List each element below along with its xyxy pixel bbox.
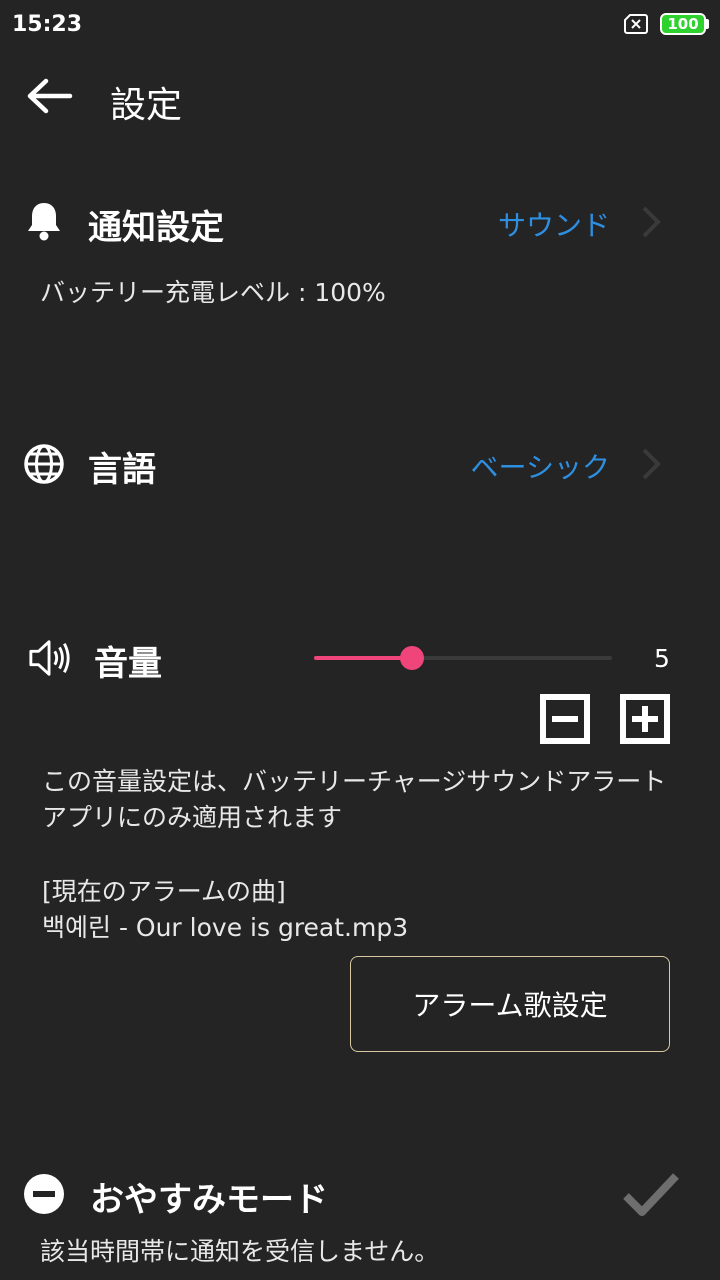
sleep-mode-title: おやすみモード xyxy=(90,1180,328,1220)
back-button[interactable] xyxy=(22,72,78,124)
battery-level: 100 xyxy=(667,15,699,33)
sleep-mode-description: 該当時間帯に通知を受信しません。 xyxy=(40,1237,440,1266)
language-title: 言語 xyxy=(88,450,156,490)
volume-title: 音量 xyxy=(94,644,162,684)
current-song-label: [現在のアラームの曲] xyxy=(42,877,286,906)
current-song-name: 백예린 - Our love is great.mp3 xyxy=(42,913,409,942)
chevron-right-icon xyxy=(636,202,666,242)
arrow-left-icon xyxy=(26,78,74,118)
language-value[interactable]: ベーシック xyxy=(420,446,610,486)
minus-icon xyxy=(546,700,584,738)
battery-tip xyxy=(706,19,709,29)
sim-card-x-icon xyxy=(624,14,648,34)
page-title: 設定 xyxy=(110,85,183,126)
speaker-icon xyxy=(28,636,72,680)
plus-icon xyxy=(626,700,664,738)
bell-icon xyxy=(22,199,66,243)
status-time: 15:23 xyxy=(12,12,83,37)
volume-slider-fill xyxy=(314,656,412,660)
checkmark-icon[interactable] xyxy=(622,1170,680,1220)
battery-indicator: 100 xyxy=(660,13,706,35)
volume-slider-thumb[interactable] xyxy=(400,646,424,670)
volume-description: この音量設定は、バッテリーチャージサウンドアラートアプリにのみ適用されます xyxy=(42,767,667,832)
globe-icon xyxy=(22,442,66,486)
notification-settings-title: 通知設定 xyxy=(88,208,224,248)
volume-decrease-button[interactable] xyxy=(540,694,590,744)
notification-sound-value[interactable]: サウンド xyxy=(440,204,610,244)
set-alarm-song-button[interactable]: アラーム歌設定 xyxy=(350,956,670,1052)
volume-increase-button[interactable] xyxy=(620,694,670,744)
volume-value: 5 xyxy=(654,644,670,673)
battery-charge-level-text: バッテリー充電レベル : 100% xyxy=(40,278,386,307)
minus-circle-icon xyxy=(22,1172,66,1216)
chevron-right-icon xyxy=(636,444,666,484)
